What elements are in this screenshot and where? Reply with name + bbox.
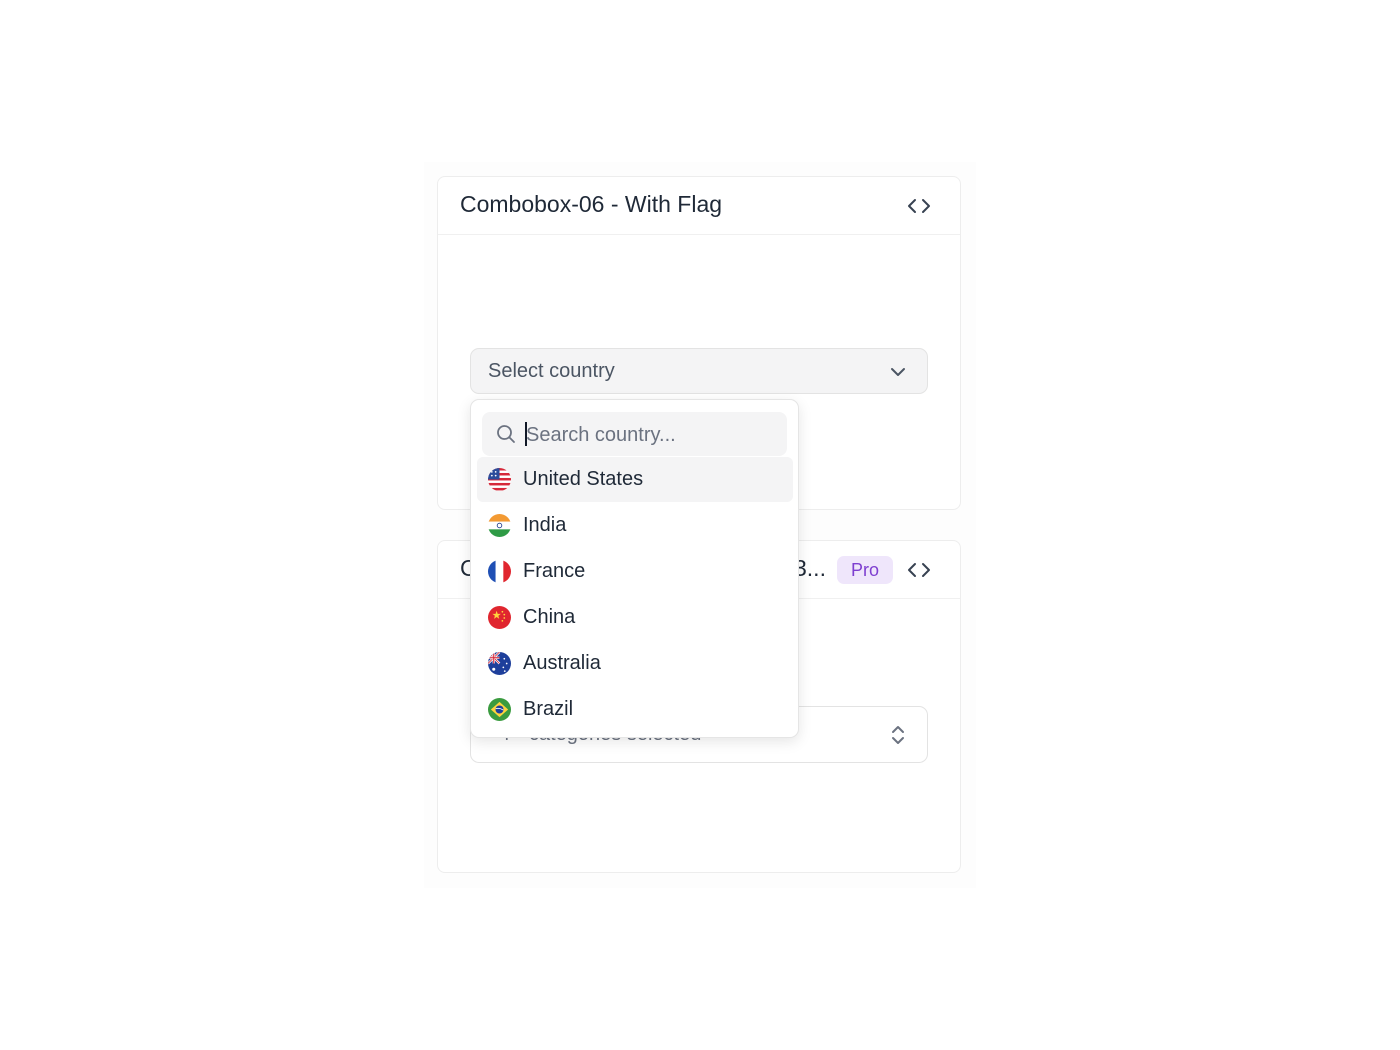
- search-icon: [497, 425, 515, 443]
- chevron-down-icon: [891, 368, 905, 376]
- country-option-china[interactable]: China: [477, 595, 793, 640]
- option-label: India: [523, 514, 567, 536]
- option-label: France: [523, 560, 586, 582]
- search-box: [482, 412, 787, 456]
- code-icon[interactable]: [906, 195, 932, 217]
- china-flag-icon: [488, 606, 511, 629]
- country-option-india[interactable]: India: [477, 503, 793, 548]
- country-option-brazil[interactable]: Brazil: [477, 687, 793, 732]
- code-icon[interactable]: [906, 559, 932, 581]
- option-label: United States: [523, 468, 644, 490]
- option-label: Australia: [523, 652, 601, 674]
- search-country-input[interactable]: [524, 416, 778, 454]
- country-option-australia[interactable]: Australia: [477, 641, 793, 686]
- brazil-flag-icon: [488, 698, 511, 721]
- country-select-trigger[interactable]: Select country: [470, 348, 928, 394]
- country-dropdown-popover: United States India France: [470, 399, 799, 738]
- france-flag-icon: [488, 560, 511, 583]
- country-option-france[interactable]: France: [477, 549, 793, 594]
- pro-badge: Pro: [837, 556, 893, 584]
- select-placeholder: Select country: [488, 360, 615, 382]
- card-title: Combobox-06 - With Flag: [460, 191, 723, 217]
- option-label: Brazil: [523, 698, 574, 720]
- card-header: Combobox-06 - With Flag: [438, 177, 960, 235]
- chevrons-up-down-icon: [892, 726, 904, 744]
- india-flag-icon: [488, 514, 511, 537]
- country-option-united-states[interactable]: United States: [477, 457, 793, 502]
- option-label: China: [523, 606, 576, 628]
- australia-flag-icon: [488, 652, 511, 675]
- text-caret: [525, 422, 527, 446]
- us-flag-icon: [488, 468, 511, 491]
